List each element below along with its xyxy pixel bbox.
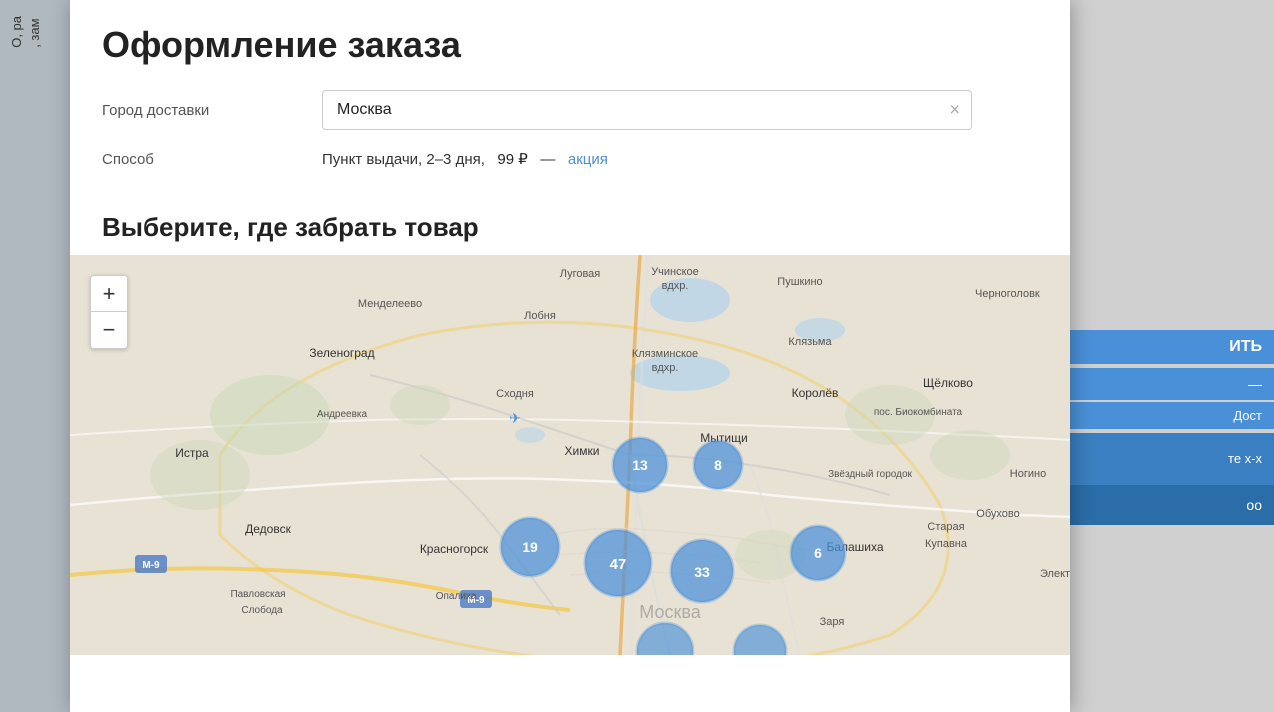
svg-text:Андреевка: Андреевка <box>317 409 368 420</box>
svg-text:8: 8 <box>714 457 722 473</box>
svg-text:Сходня: Сходня <box>496 388 534 400</box>
svg-text:Слобода: Слобода <box>241 604 283 616</box>
left-panel-text: О, ра , зам <box>0 0 52 64</box>
svg-text:Опалиха: Опалиха <box>436 591 477 602</box>
svg-text:вдхр.: вдхр. <box>662 280 689 292</box>
svg-text:13: 13 <box>632 457 648 473</box>
svg-text:вдхр.: вдхр. <box>652 362 679 374</box>
svg-text:М-9: М-9 <box>142 560 160 571</box>
svg-text:Истра: Истра <box>175 446 209 460</box>
left-panel: О, ра , зам <box>0 0 70 712</box>
svg-text:Пушкино: Пушкино <box>777 276 822 288</box>
svg-text:47: 47 <box>610 556 627 573</box>
svg-text:Черноголовк: Черноголовк <box>975 288 1040 300</box>
svg-text:Старая: Старая <box>927 521 964 533</box>
svg-text:Обухово: Обухово <box>976 508 1019 520</box>
city-input-wrapper: × <box>322 90 972 130</box>
svg-text:Химки: Химки <box>565 444 600 458</box>
map-zoom-controls: + − <box>90 275 128 349</box>
map-container[interactable]: ✈ М-9 М-9 Луговая Учинское вдхр. Пушкино… <box>70 255 1070 655</box>
page-title: Оформление заказа <box>102 24 1038 66</box>
city-label: Город доставки <box>102 102 322 119</box>
svg-text:Дедовск: Дедовск <box>245 522 291 536</box>
svg-text:33: 33 <box>694 564 710 580</box>
svg-text:Красногорск: Красногорск <box>420 542 489 556</box>
city-input[interactable] <box>322 90 972 130</box>
order-modal: Оформление заказа Город доставки × Спосо… <box>70 0 1070 712</box>
svg-text:Заря: Заря <box>820 616 845 628</box>
svg-text:Зеленоград: Зеленоград <box>309 346 374 360</box>
svg-text:Лобня: Лобня <box>524 310 556 322</box>
svg-text:Ногино: Ногино <box>1010 468 1046 480</box>
svg-text:Щёлково: Щёлково <box>923 376 973 390</box>
zoom-out-button[interactable]: − <box>91 312 127 348</box>
svg-text:✈: ✈ <box>509 410 521 426</box>
zoom-in-button[interactable]: + <box>91 276 127 312</box>
svg-text:Клязьма: Клязьма <box>788 336 832 348</box>
svg-text:Менделеево: Менделеево <box>358 298 422 310</box>
svg-text:6: 6 <box>814 545 822 561</box>
modal-header: Оформление заказа Город доставки × Спосо… <box>70 0 1070 204</box>
svg-text:пос. Биокомбината: пос. Биокомбината <box>874 406 963 418</box>
svg-text:Звёздный городок: Звёздный городок <box>828 469 912 480</box>
svg-text:Москва: Москва <box>639 602 701 622</box>
svg-text:Луговая: Луговая <box>560 268 601 280</box>
delivery-separator: — <box>540 151 555 168</box>
delivery-row: Способ Пункт выдачи, 2–3 дня, 99 ₽ — акц… <box>102 150 1038 168</box>
delivery-text: Пункт выдачи, 2–3 дня, <box>322 151 485 168</box>
map-background: ✈ М-9 М-9 Луговая Учинское вдхр. Пушкино… <box>70 255 1070 655</box>
svg-text:Электрос: Электрос <box>1040 568 1070 580</box>
map-section-title: Выберите, где забрать товар <box>70 204 1070 255</box>
delivery-method: Пункт выдачи, 2–3 дня, 99 ₽ — акция <box>322 150 608 168</box>
svg-text:Клязминское: Клязминское <box>632 348 698 360</box>
svg-text:Королёв: Королёв <box>792 386 839 400</box>
svg-text:19: 19 <box>522 539 538 555</box>
delivery-promo[interactable]: акция <box>568 151 608 168</box>
clear-icon[interactable]: × <box>949 100 960 121</box>
svg-text:Учинское: Учинское <box>651 266 699 278</box>
svg-text:Павловская: Павловская <box>230 589 285 600</box>
delivery-label: Способ <box>102 151 322 168</box>
delivery-price: 99 ₽ <box>497 151 532 168</box>
city-row: Город доставки × <box>102 90 1038 130</box>
svg-text:Купавна: Купавна <box>925 538 968 550</box>
